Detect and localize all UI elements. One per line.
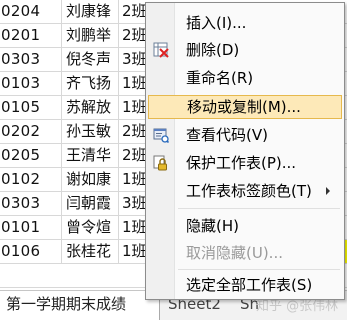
menu-item-move-copy[interactable]: 移动或复制(M)... xyxy=(148,95,342,119)
view-code-icon xyxy=(153,127,170,144)
menu-item-label: 查看代码(V) xyxy=(186,126,268,144)
cell-student-id[interactable]: 0204 xyxy=(0,0,62,23)
menu-item-label: 删除(D) xyxy=(186,41,240,59)
menu-item-select-all-sheets[interactable]: 选定全部工作表(S) xyxy=(148,273,342,297)
cell-student-id[interactable]: 0105 xyxy=(0,96,62,119)
cell-student-id[interactable]: 0106 xyxy=(0,240,62,263)
delete-sheet-icon xyxy=(153,42,169,58)
cell-student-id[interactable]: 0102 xyxy=(0,168,62,191)
menu-item-label: 重命名(R) xyxy=(186,69,254,87)
menu-item-label: 插入(I)... xyxy=(186,14,247,32)
menu-item-view-code[interactable]: 查看代码(V) xyxy=(148,123,342,147)
menu-item-protect-sheet[interactable]: 保护工作表(P)... xyxy=(148,151,342,175)
menu-item-rename[interactable]: 重命名(R) xyxy=(148,66,342,90)
cell-student-name[interactable]: 张桂花 xyxy=(62,240,119,263)
cell-student-id[interactable]: 0101 xyxy=(0,216,62,239)
cell-student-name[interactable]: 孙玉敏 xyxy=(62,120,119,143)
cell-student-name[interactable]: 刘鹏举 xyxy=(62,24,119,47)
submenu-arrow-icon xyxy=(326,187,330,195)
menu-item-delete[interactable]: 删除(D) xyxy=(148,38,342,62)
cell-student-name[interactable]: 谢如康 xyxy=(62,168,119,191)
cell-student-id[interactable]: 0202 xyxy=(0,120,62,143)
cell-student-name[interactable]: 苏解放 xyxy=(62,96,119,119)
sheet-tab-active[interactable]: 第一学期期末成绩 xyxy=(0,291,160,320)
menu-item-label: 移动或复制(M)... xyxy=(187,98,301,116)
menu-item-unhide: 取消隐藏(U)... xyxy=(148,241,342,265)
cell-student-name[interactable]: 刘康锋 xyxy=(62,0,119,23)
menu-separator xyxy=(178,208,340,209)
menu-item-label: 取消隐藏(U)... xyxy=(186,244,283,262)
cell-student-name[interactable]: 曾令煊 xyxy=(62,216,119,239)
menu-item-label: 保护工作表(P)... xyxy=(186,154,297,172)
cell-student-id[interactable]: 0103 xyxy=(0,72,62,95)
cell-student-id[interactable]: 0303 xyxy=(0,48,62,71)
sheet-tab-context-menu: 插入(I)... 删除(D) 重命名(R) 移动或复制(M)... 查看代码(V… xyxy=(145,2,345,300)
menu-item-tab-color[interactable]: 工作表标签颜色(T) xyxy=(148,179,342,203)
lock-icon xyxy=(153,155,169,171)
menu-item-label: 选定全部工作表(S) xyxy=(186,276,313,294)
menu-separator xyxy=(178,269,340,270)
cell-student-name[interactable]: 齐飞扬 xyxy=(62,72,119,95)
cell-student-name[interactable]: 闫朝霞 xyxy=(62,192,119,215)
cell-student-name[interactable]: 王清华 xyxy=(62,144,119,167)
cell-student-id[interactable]: 0201 xyxy=(0,24,62,47)
cell-student-name[interactable]: 倪冬声 xyxy=(62,48,119,71)
cell-student-id[interactable]: 0303 xyxy=(0,192,62,215)
menu-item-label: 隐藏(H) xyxy=(186,217,239,235)
menu-item-label: 工作表标签颜色(T) xyxy=(186,182,312,200)
cell-student-id[interactable]: 0205 xyxy=(0,144,62,167)
menu-item-insert[interactable]: 插入(I)... xyxy=(148,11,342,35)
menu-item-hide[interactable]: 隐藏(H) xyxy=(148,214,342,238)
